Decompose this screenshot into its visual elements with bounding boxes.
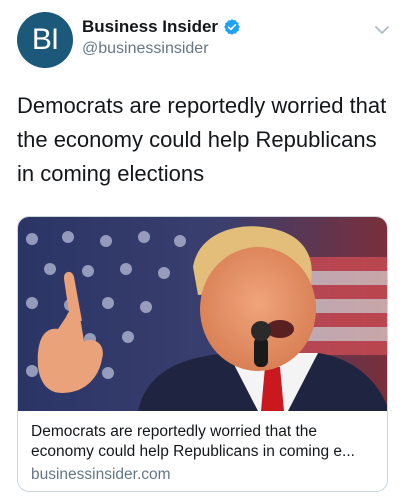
tweet-text: Democrats are reportedly worried that th… bbox=[17, 93, 387, 186]
chevron-down-icon[interactable] bbox=[374, 24, 390, 36]
card-title-line-2: economy could help Republicans in coming… bbox=[31, 443, 355, 460]
link-card[interactable]: Democrats are reportedly worried that th… bbox=[17, 216, 388, 492]
avatar[interactable]: BI bbox=[17, 12, 73, 68]
verified-badge-icon bbox=[224, 19, 240, 35]
card-title-line-1: Democrats are reportedly worried that th… bbox=[31, 423, 318, 440]
card-domain: businessinsider.com bbox=[31, 466, 171, 483]
display-name[interactable]: Business Insider bbox=[82, 17, 218, 37]
card-image bbox=[18, 217, 387, 411]
card-title: Democrats are reportedly worried that th… bbox=[31, 422, 381, 462]
author-name-row[interactable]: Business Insider bbox=[82, 17, 241, 37]
avatar-initials: BI bbox=[31, 23, 59, 56]
handle[interactable]: @businessinsider bbox=[82, 40, 209, 58]
